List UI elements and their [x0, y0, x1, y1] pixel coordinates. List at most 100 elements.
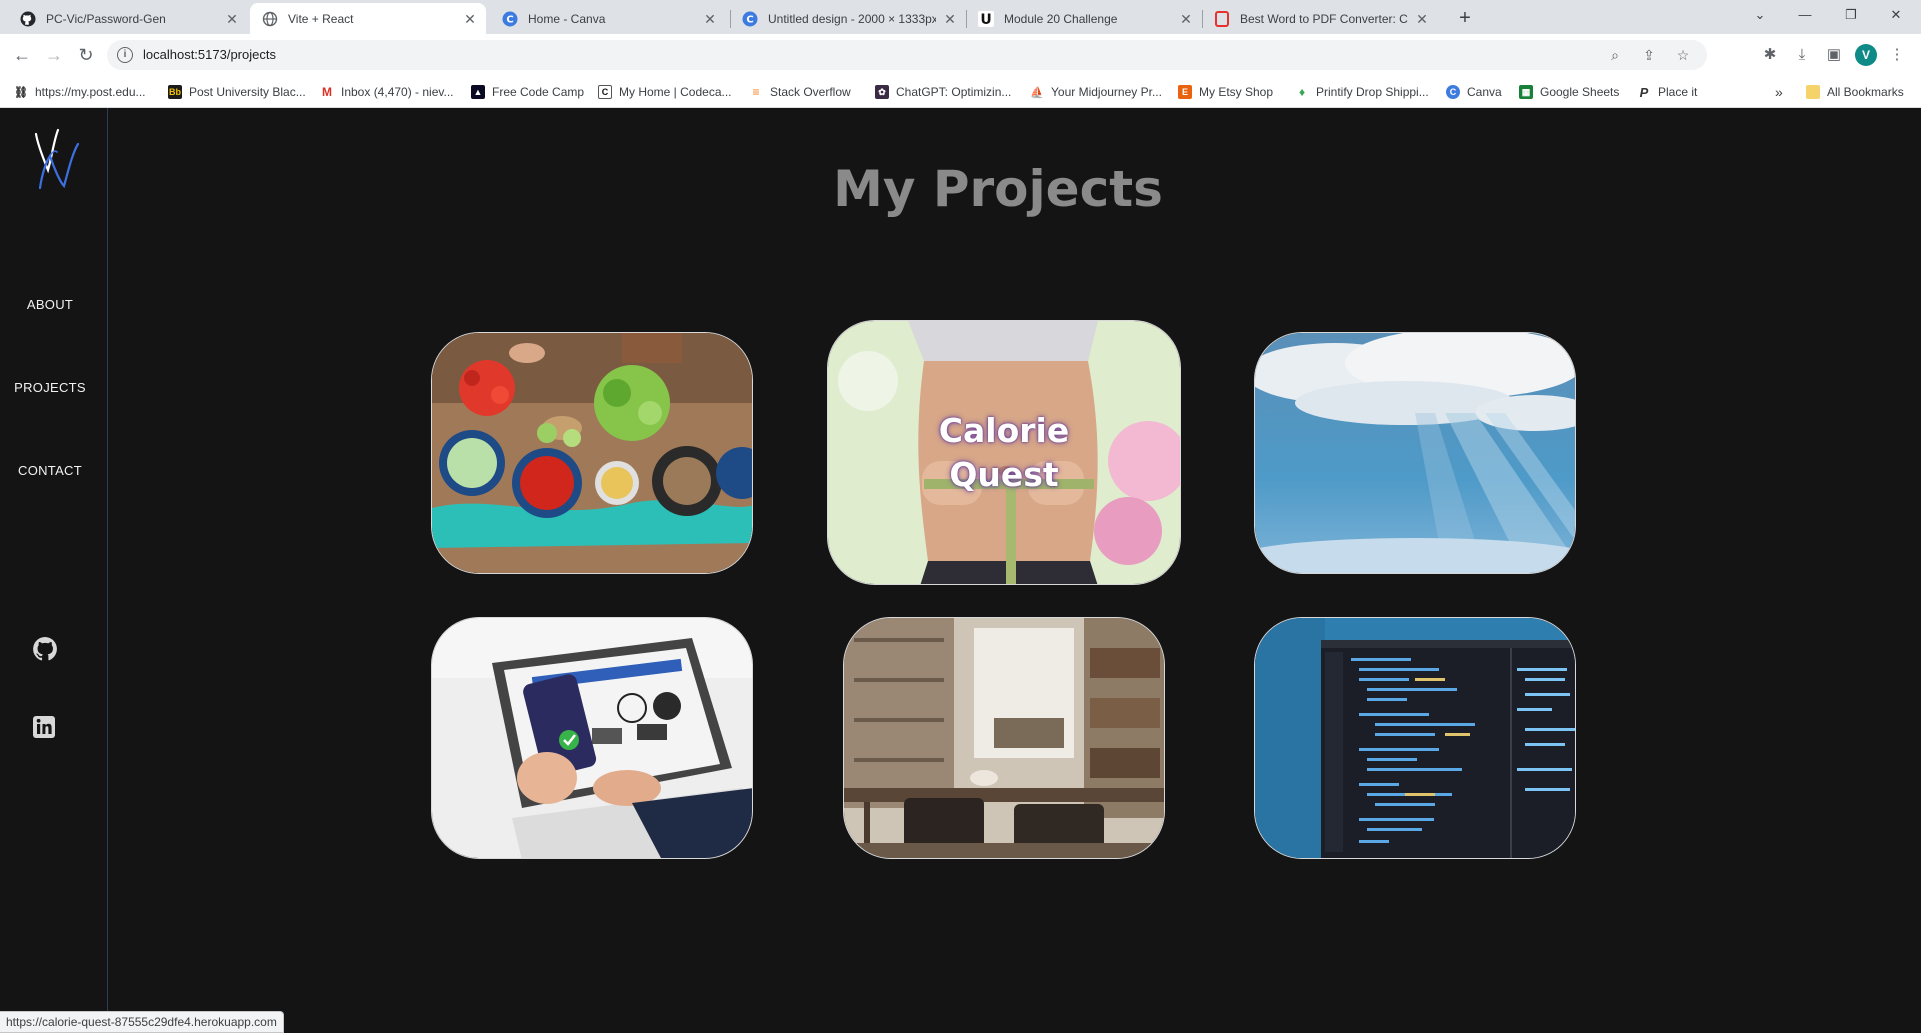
- linkedin-icon[interactable]: [32, 715, 58, 741]
- new-tab-button[interactable]: +: [1453, 6, 1477, 30]
- close-window-button[interactable]: ✕: [1881, 2, 1911, 28]
- freecodecamp-icon: ▲: [471, 85, 485, 99]
- more-bookmarks-chevron-icon[interactable]: »: [1775, 82, 1783, 102]
- nav-about[interactable]: ABOUT: [0, 297, 100, 312]
- profile-avatar[interactable]: V: [1855, 44, 1877, 66]
- back-arrow-icon[interactable]: ←: [10, 43, 34, 67]
- chatgpt-icon: ✿: [875, 85, 889, 99]
- globe-icon: [262, 11, 278, 27]
- placeit-icon: P: [1637, 85, 1651, 100]
- project-card-library[interactable]: [843, 617, 1165, 859]
- gmail-icon: M: [320, 85, 334, 99]
- folder-icon: [1806, 85, 1820, 99]
- bookmark-label: Google Sheets: [1540, 85, 1620, 99]
- close-icon[interactable]: ✕: [1178, 11, 1194, 27]
- code-laptop-photo: [1255, 618, 1575, 858]
- nav-projects[interactable]: PROJECTS: [0, 380, 100, 395]
- project-title-overlay: Calorie Quest: [828, 321, 1180, 584]
- page-title: My Projects: [833, 160, 1163, 218]
- bookmark-item[interactable]: ♦ Printify Drop Shippi...: [1295, 82, 1429, 102]
- bookmark-item[interactable]: M Inbox (4,470) - niev...: [320, 82, 454, 102]
- bookmark-item[interactable]: ▦ Google Sheets: [1519, 82, 1619, 102]
- nav-contact[interactable]: CONTACT: [0, 463, 100, 478]
- tab-title: Module 20 Challenge: [1004, 11, 1118, 26]
- bookmark-item[interactable]: C Canva: [1446, 82, 1502, 102]
- vn-logo[interactable]: [30, 126, 86, 192]
- bookmark-label: My Etsy Shop: [1199, 85, 1274, 99]
- share-icon[interactable]: ⇪: [1639, 45, 1659, 65]
- tab-untitled-design[interactable]: C Untitled design - 2000 × 1333px ✕: [730, 3, 966, 34]
- project-card-sky[interactable]: [1254, 332, 1576, 574]
- codecademy-icon: C: [598, 85, 612, 99]
- url-text[interactable]: localhost:5173/projects: [143, 47, 276, 62]
- bookmark-label: Free Code Camp: [492, 85, 585, 99]
- tab-search-icon[interactable]: ⌄: [1745, 2, 1775, 28]
- bookmark-item[interactable]: ⛓ https://my.post.edu...: [14, 82, 146, 102]
- github-icon[interactable]: [32, 636, 58, 662]
- tab-word-to-pdf[interactable]: Best Word to PDF Converter: Co ✕: [1202, 3, 1438, 34]
- bookmark-item[interactable]: P Place it: [1637, 82, 1697, 102]
- project-title-line-1: Calorie: [938, 410, 1070, 450]
- tab-password-gen[interactable]: PC-Vic/Password-Gen ✕: [8, 3, 248, 34]
- bookmark-item[interactable]: ⛵ Your Midjourney Pr...: [1030, 82, 1162, 102]
- bookmark-label: Post University Blac...: [189, 85, 306, 99]
- tab-title: Best Word to PDF Converter: Co: [1240, 11, 1408, 26]
- site-info-icon[interactable]: i: [117, 47, 133, 63]
- browser-toolbar: ← → ↻ i localhost:5173/projects ⌕ ⇪ ☆ ✱ …: [0, 34, 1921, 76]
- google-sheets-icon: ▦: [1519, 85, 1533, 99]
- bookmark-item[interactable]: ✿ ChatGPT: Optimizin...: [875, 82, 1011, 102]
- svg-text:C: C: [746, 14, 753, 25]
- printify-icon: ♦: [1295, 85, 1309, 99]
- github-icon: [20, 11, 36, 27]
- bookmark-item[interactable]: Bb Post University Blac...: [168, 82, 306, 102]
- bookmark-label: Printify Drop Shippi...: [1316, 85, 1429, 99]
- download-icon[interactable]: ⤓: [1791, 44, 1813, 66]
- sidebar: ABOUT PROJECTS CONTACT: [0, 108, 108, 1033]
- bookmark-label: My Home | Codeca...: [619, 85, 732, 99]
- tab-module-20[interactable]: U Module 20 Challenge ✕: [966, 3, 1202, 34]
- bookmarks-bar: ⛓ https://my.post.edu... Bb Post Univers…: [0, 76, 1921, 108]
- svg-text:C: C: [506, 14, 513, 25]
- bookmark-item[interactable]: ≡ Stack Overflow: [749, 82, 851, 102]
- side-panel-icon[interactable]: ▣: [1823, 44, 1845, 66]
- project-card-payment[interactable]: [431, 617, 753, 859]
- tab-title: PC-Vic/Password-Gen: [46, 11, 166, 26]
- zoom-icon[interactable]: ⌕: [1605, 45, 1625, 65]
- bookmark-label: Your Midjourney Pr...: [1051, 85, 1162, 99]
- close-icon[interactable]: ✕: [462, 11, 478, 27]
- address-bar[interactable]: i localhost:5173/projects ⌕ ⇪ ☆: [107, 40, 1707, 70]
- extensions-icon[interactable]: ✱: [1759, 44, 1781, 66]
- close-icon[interactable]: ✕: [1414, 11, 1430, 27]
- close-icon[interactable]: ✕: [224, 11, 240, 27]
- minimize-button[interactable]: —: [1790, 2, 1820, 28]
- close-icon[interactable]: ✕: [942, 11, 958, 27]
- link-status-bar: https://calorie-quest-87555c29dfe4.herok…: [0, 1011, 284, 1033]
- close-icon[interactable]: ✕: [702, 11, 718, 27]
- tab-home-canva[interactable]: C Home - Canva ✕: [490, 3, 726, 34]
- bookmark-item[interactable]: E My Etsy Shop: [1178, 82, 1273, 102]
- menu-dots-icon[interactable]: ⋮: [1886, 44, 1908, 66]
- reload-icon[interactable]: ↻: [74, 43, 98, 67]
- project-card-calorie-quest[interactable]: Calorie Quest: [827, 320, 1181, 585]
- browser-tab-strip: PC-Vic/Password-Gen ✕ Vite + React ✕ C H…: [0, 0, 1921, 34]
- bookmark-item[interactable]: C My Home | Codeca...: [598, 82, 732, 102]
- library-cafe-photo: [844, 618, 1164, 858]
- restore-button[interactable]: ❐: [1836, 2, 1866, 28]
- sky-sunrays-photo: [1255, 333, 1575, 573]
- bookmark-label: Canva: [1467, 85, 1502, 99]
- canva-icon: C: [1446, 85, 1460, 99]
- project-card-code[interactable]: [1254, 617, 1576, 859]
- all-bookmarks-folder[interactable]: All Bookmarks: [1806, 82, 1904, 102]
- pdf-icon: [1214, 10, 1230, 27]
- link-icon: ⛓: [14, 85, 28, 99]
- bookmark-item[interactable]: ▲ Free Code Camp: [471, 82, 584, 102]
- bookmark-label: Stack Overflow: [770, 85, 851, 99]
- etsy-icon: E: [1178, 85, 1192, 99]
- project-card-cooking[interactable]: [431, 332, 753, 574]
- midjourney-icon: ⛵: [1030, 85, 1044, 99]
- tab-vite-react[interactable]: Vite + React ✕: [250, 3, 486, 34]
- tab-title: Untitled design - 2000 × 1333px: [768, 11, 936, 26]
- tab-title: Home - Canva: [528, 11, 606, 26]
- forward-arrow-icon[interactable]: →: [42, 43, 66, 67]
- bookmark-star-icon[interactable]: ☆: [1673, 45, 1693, 65]
